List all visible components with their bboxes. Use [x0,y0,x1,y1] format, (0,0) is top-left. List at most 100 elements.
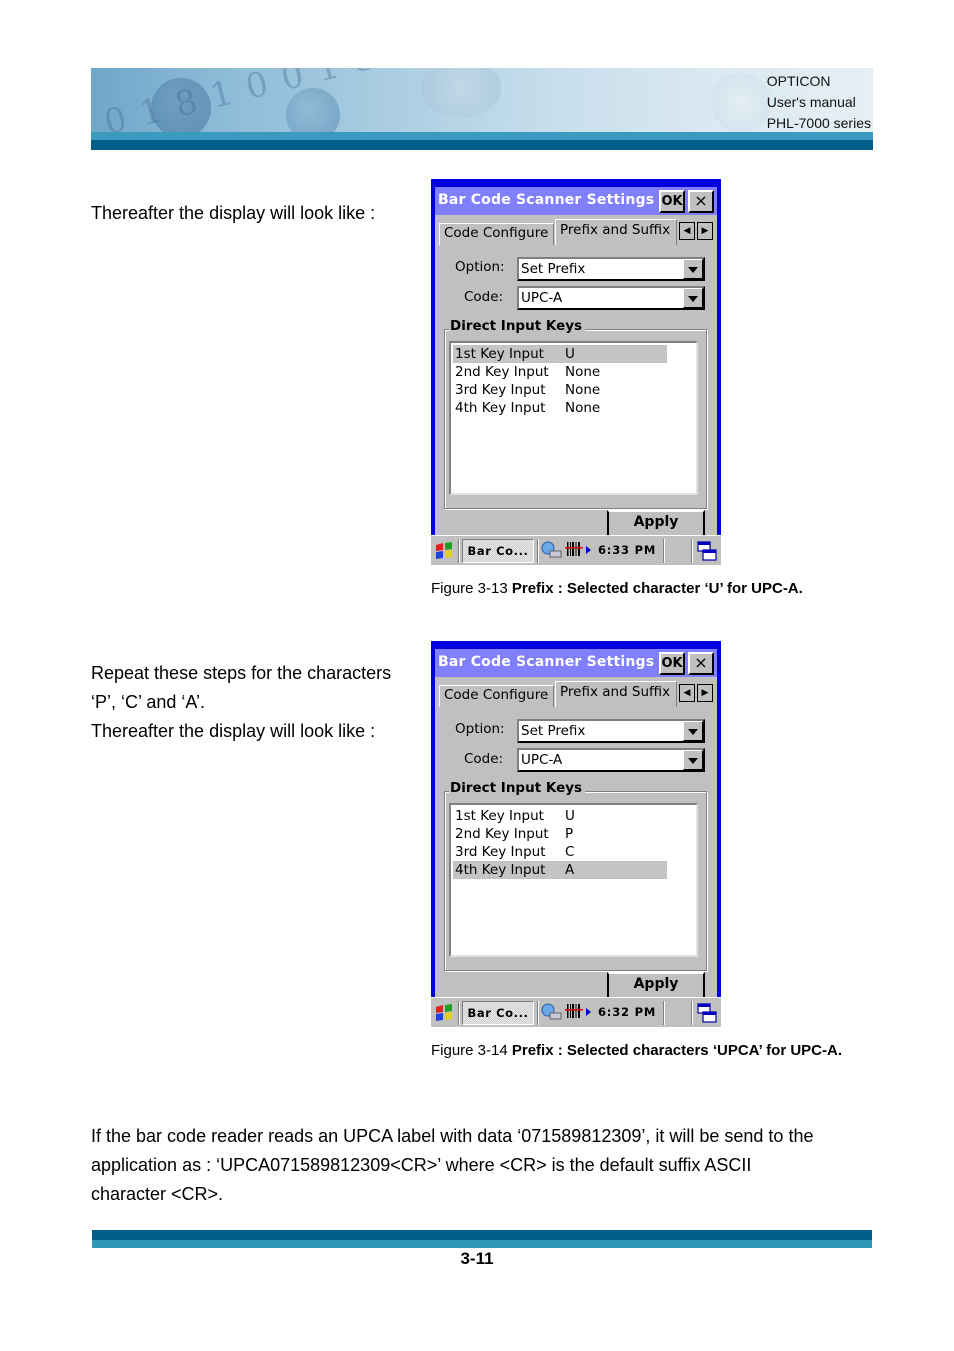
caption-prefix: Figure 3-13 [431,580,512,597]
list-item[interactable]: 4th Key Input A [453,861,667,879]
chevron-down-icon[interactable] [683,288,703,308]
footer-band [92,1240,872,1248]
key-input-value: None [565,400,601,416]
ok-button[interactable]: OK [659,190,685,213]
banner-stripe [91,140,873,150]
section2-line3: Thereafter the display will look like : [91,721,376,741]
network-icon[interactable] [541,541,563,559]
title-bar: Bar Code Scanner Settings OK × [435,187,717,215]
header-meta: OPTICON User's manual PHL-7000 series [767,71,871,134]
code-select[interactable]: UPC-A [517,748,705,772]
taskbar-clock[interactable]: 6:32 PM [598,1005,656,1019]
chevron-down-icon[interactable] [683,750,703,770]
windows-start-icon[interactable] [434,542,454,560]
taskbar-separator [691,1001,693,1025]
tab-code-configure[interactable]: Code Configure [439,223,554,245]
tray-expand-icon[interactable] [586,1008,591,1016]
show-desktop-icon[interactable] [697,1003,717,1023]
list-item[interactable]: 4th Key Input None [453,399,667,417]
key-input-label: 4th Key Input [455,862,546,878]
list-item[interactable]: 1st Key Input U [453,807,667,825]
taskbar-separator [537,539,539,563]
window-frame [717,179,721,535]
taskbar-app-button[interactable]: Bar Co... [462,539,534,563]
device-screenshot-1: Bar Code Scanner Settings OK × Code Conf… [431,179,721,565]
code-value: UPC-A [521,752,563,768]
figure-caption-1: Figure 3-13 Prefix : Selected character … [431,580,803,597]
window-title: Bar Code Scanner Settings [438,192,655,208]
window-title: Bar Code Scanner Settings [438,654,655,670]
key-input-label: 4th Key Input [455,400,546,416]
tab-prefix-and-suffix[interactable]: Prefix and Suffix [555,681,677,707]
caption-prefix: Figure 3-14 [431,1042,512,1059]
tab-prefix-and-suffix[interactable]: Prefix and Suffix [555,219,677,245]
network-icon[interactable] [541,1003,563,1021]
list-item[interactable]: 3rd Key Input C [453,843,667,861]
key-input-label: 2nd Key Input [455,364,549,380]
window-frame [431,179,721,187]
option-value: Set Prefix [521,261,586,277]
code-label: Code: [464,751,504,767]
key-input-value: A [565,862,575,878]
figure-caption-2: Figure 3-14 Prefix : Selected characters… [431,1042,842,1059]
taskbar-clock[interactable]: 6:33 PM [598,543,656,557]
show-desktop-icon[interactable] [697,541,717,561]
closing-line2: application as : ‘UPCA071589812309<CR>’ … [91,1155,752,1175]
tab-scroll-right-button[interactable]: ▶ [697,684,713,702]
group-title: Direct Input Keys [449,318,586,334]
key-input-value: P [565,826,574,842]
chevron-down-icon[interactable] [683,259,703,279]
list-item[interactable]: 3rd Key Input None [453,381,667,399]
header-series: PHL-7000 series [766,115,871,131]
apply-button[interactable]: Apply [607,972,705,997]
chevron-down-icon[interactable] [683,721,703,741]
tab-code-configure[interactable]: Code Configure [439,685,554,707]
key-input-label: 1st Key Input [455,346,544,362]
tab-scroll-left-button[interactable]: ◀ [679,684,695,702]
key-input-value: U [565,346,575,362]
list-item[interactable]: 2nd Key Input P [453,825,667,843]
barcode-scanner-icon[interactable] [565,541,583,557]
code-value: UPC-A [521,290,563,306]
option-value: Set Prefix [521,723,586,739]
key-input-label: 3rd Key Input [455,382,546,398]
device-screenshot-2: Bar Code Scanner Settings OK × Code Conf… [431,641,721,1027]
key-input-label: 1st Key Input [455,808,544,824]
list-item[interactable]: 2nd Key Input None [453,363,667,381]
key-input-value: None [565,382,601,398]
key-input-list[interactable]: 1st Key Input U 2nd Key Input None 3rd Key I… [449,341,698,495]
barcode-scanner-icon[interactable] [565,1003,583,1019]
tray-expand-icon[interactable] [586,546,591,554]
close-button[interactable]: × [688,652,714,675]
closing-line3: character <CR>. [91,1184,224,1204]
key-input-label: 3rd Key Input [455,844,546,860]
tab-scroll-right-button[interactable]: ▶ [697,222,713,240]
page-header-banner: 0 1 8 1 0 0 1 8 OPTICON User's manual PH… [91,68,873,150]
taskbar-separator [458,1001,460,1025]
option-select[interactable]: Set Prefix [517,719,705,743]
section2-line1: Repeat these steps for the characters [91,663,392,683]
key-input-list[interactable]: 1st Key Input U 2nd Key Input P 3rd Key Inpu… [449,803,698,957]
code-select[interactable]: UPC-A [517,286,705,310]
apply-button[interactable]: Apply [607,510,705,535]
caption-title: Prefix : Selected character ‘U’ for UPC-… [511,580,803,597]
taskbar: Bar Co... 6:32 PM [431,997,721,1027]
header-doc-type: User's manual [766,94,856,110]
window-frame [717,641,721,997]
taskbar-separator [691,539,693,563]
option-select[interactable]: Set Prefix [517,257,705,281]
taskbar-app-button[interactable]: Bar Co... [462,1001,534,1025]
windows-start-icon[interactable] [434,1004,454,1022]
taskbar-separator [537,1001,539,1025]
taskbar-separator [663,1001,665,1025]
header-company: OPTICON [766,73,831,89]
tab-scroll-left-button[interactable]: ◀ [679,222,695,240]
list-item[interactable]: 1st Key Input U [453,345,667,363]
key-input-label: 2nd Key Input [455,826,549,842]
close-button[interactable]: × [688,190,714,213]
section1-text: Thereafter the display will look like : [91,203,376,223]
ok-button[interactable]: OK [659,652,685,675]
closing-line1: If the bar code reader reads an UPCA lab… [91,1126,814,1146]
title-bar: Bar Code Scanner Settings OK × [435,649,717,677]
taskbar-separator [458,539,460,563]
